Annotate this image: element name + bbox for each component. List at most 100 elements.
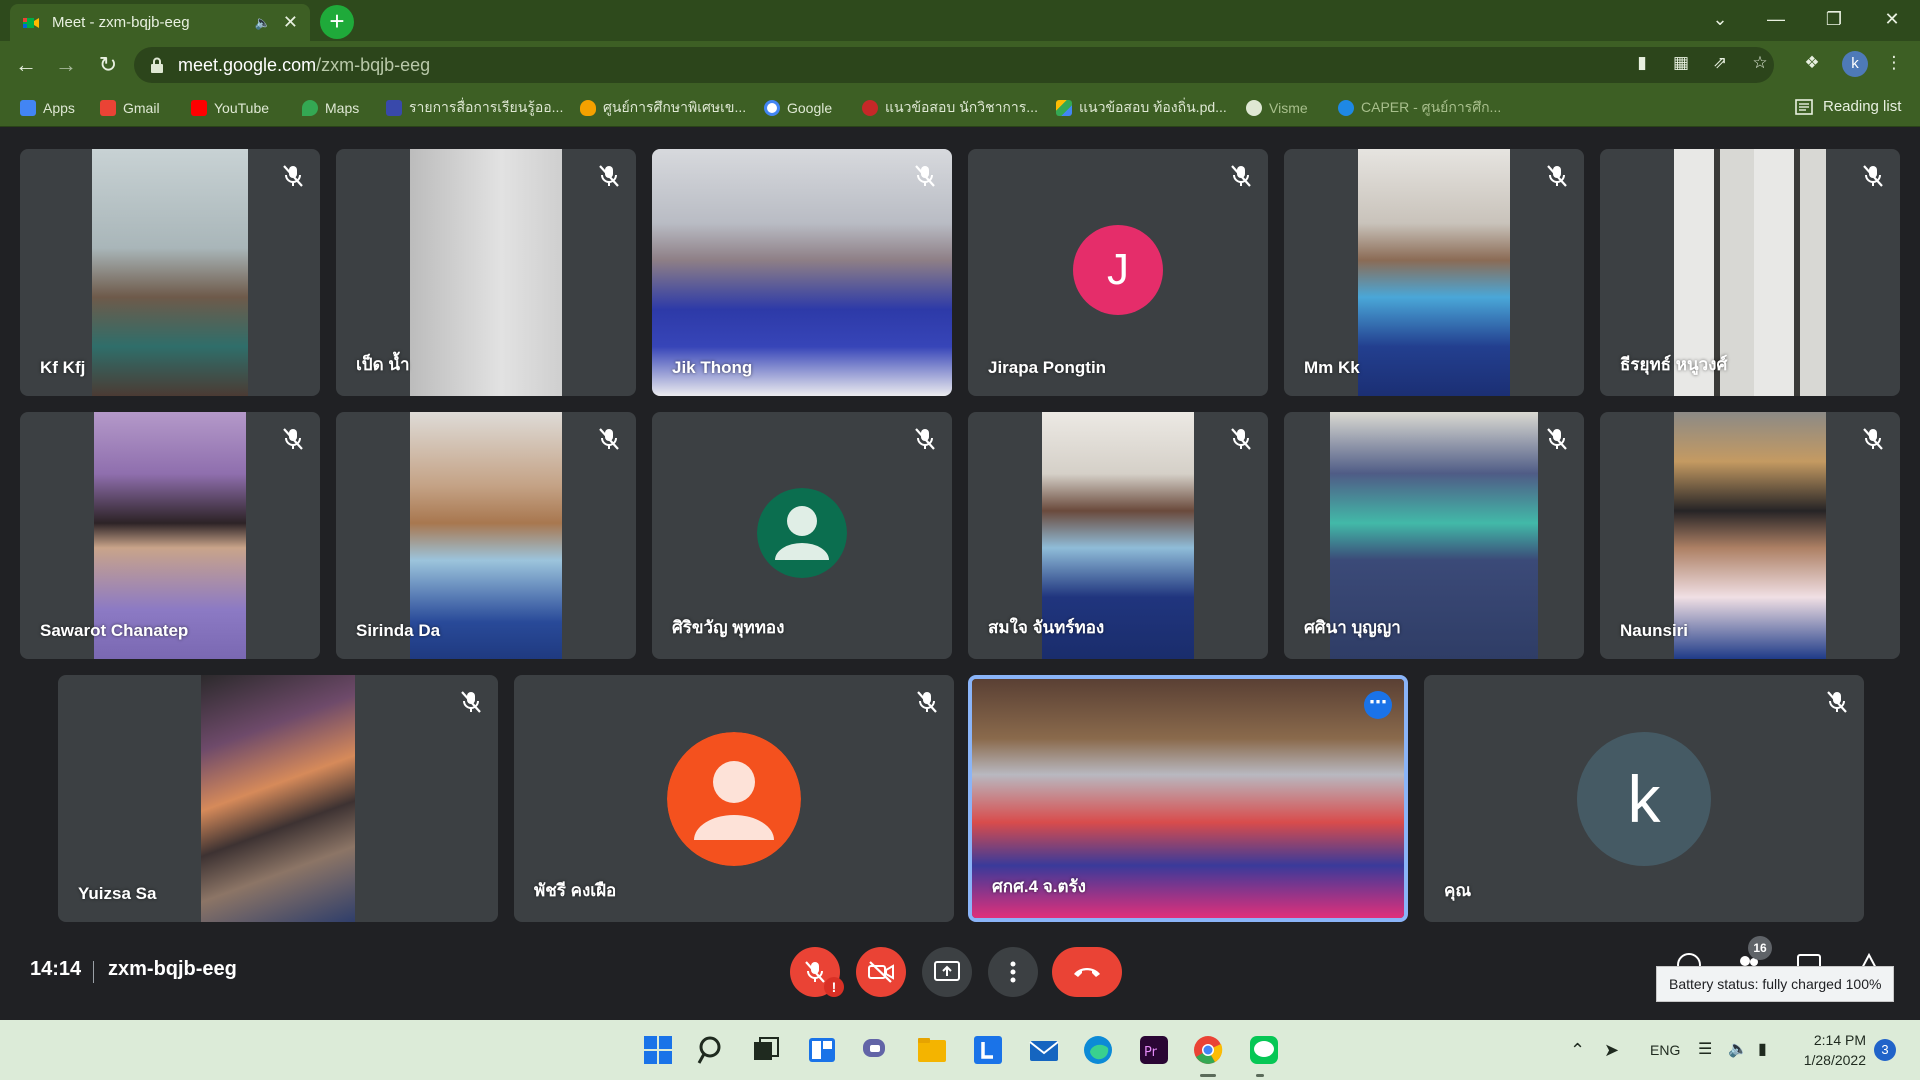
close-window-button[interactable]: ✕ <box>1864 0 1920 41</box>
participant-video <box>92 149 248 396</box>
bookmark-item[interactable]: Gmail <box>100 98 160 118</box>
bookmark-item[interactable]: ศูนย์การศึกษาพิเศษเข... <box>580 98 746 118</box>
muted-mic-icon <box>1546 427 1568 451</box>
back-arrow-icon[interactable]: ← <box>10 49 42 81</box>
premiere-pro-icon[interactable]: Pr <box>1138 1034 1170 1066</box>
line-app-icon[interactable] <box>1248 1034 1280 1066</box>
show-hidden-icons-chevron-icon[interactable]: ⌃ <box>1570 1020 1585 1080</box>
muted-mic-icon <box>1862 164 1884 188</box>
participant-tile-self[interactable]: k คุณ <box>1424 675 1864 922</box>
bookmark-item[interactable]: แนวข้อสอบ ท้องถิ่น.pd... <box>1056 98 1227 118</box>
wifi-icon[interactable]: ☰ <box>1698 1020 1712 1080</box>
microphone-toggle-button[interactable]: ! <box>790 947 844 997</box>
present-screen-button[interactable] <box>922 947 972 997</box>
participant-tile[interactable]: ศิริขวัญ พุททอง <box>652 412 952 659</box>
participant-tile[interactable]: Mm Kk <box>1284 149 1584 396</box>
bookmark-label: ศูนย์การศึกษาพิเศษเข... <box>603 99 747 115</box>
bookmark-item[interactable]: Visme <box>1246 98 1308 118</box>
teams-chat-icon[interactable] <box>860 1034 892 1066</box>
bookmark-label: Google <box>787 100 833 116</box>
search-icon[interactable] <box>696 1034 728 1066</box>
participant-tile[interactable]: Jik Thong <box>652 149 952 396</box>
new-tab-button[interactable]: + <box>320 5 354 39</box>
participant-tile[interactable]: Naunsiri <box>1600 412 1900 659</box>
share-icon[interactable]: ⇗ <box>1706 49 1734 77</box>
camera-toggle-button[interactable] <box>856 947 906 997</box>
bookmark-item[interactable]: YouTube <box>191 98 269 118</box>
muted-mic-icon <box>1546 164 1568 188</box>
task-view-icon[interactable] <box>750 1034 782 1066</box>
vertical-dots-icon <box>1010 961 1016 983</box>
participant-name: Mm Kk <box>1304 358 1360 377</box>
bookmark-label: CAPER - ศูนย์การศึก... <box>1361 99 1502 115</box>
mail-icon[interactable] <box>1028 1034 1060 1066</box>
camera-icon[interactable]: ▮ <box>1628 49 1656 77</box>
bookmark-item[interactable]: รายการสื่อการเรียนรู้ออ... <box>386 98 563 118</box>
chrome-browser-icon[interactable] <box>1192 1034 1224 1066</box>
bookmark-star-icon[interactable]: ☆ <box>1746 49 1774 77</box>
tab-close-icon[interactable]: ✕ <box>283 12 298 33</box>
divider <box>93 961 94 983</box>
bookmark-label: Maps <box>325 100 360 116</box>
bookmark-item[interactable]: Maps <box>302 98 359 118</box>
minimize-button[interactable]: — <box>1748 0 1804 41</box>
leave-call-button[interactable] <box>1052 947 1122 997</box>
participant-tile[interactable]: Kf Kfj <box>20 149 320 396</box>
bookmark-item[interactable]: Apps <box>20 98 75 118</box>
l-app-icon[interactable] <box>972 1034 1004 1066</box>
widgets-icon[interactable] <box>806 1034 838 1066</box>
volume-muted-icon[interactable]: 🔈 <box>1728 1020 1748 1080</box>
muted-mic-icon <box>1862 427 1884 451</box>
participant-tile[interactable]: ศศินา บุญญา <box>1284 412 1584 659</box>
windows-start-icon[interactable] <box>642 1034 674 1066</box>
profile-avatar[interactable]: k <box>1842 51 1868 77</box>
participant-tile[interactable]: เป็ด น้ำ <box>336 149 636 396</box>
participant-name: Yuizsa Sa <box>78 884 157 903</box>
more-options-button[interactable] <box>988 947 1038 997</box>
taskbar-date: 1/28/2022 <box>1803 1052 1866 1068</box>
bookmark-item[interactable]: CAPER - ศูนย์การศึก... <box>1338 98 1501 118</box>
kebab-menu-icon[interactable]: ⋮ <box>1880 49 1908 77</box>
participant-tile-active-speaker[interactable]: ⋯ ศกศ.4 จ.ตรัง <box>968 675 1408 922</box>
edge-browser-icon[interactable] <box>1082 1034 1114 1066</box>
speaker-icon[interactable]: 🔈 <box>255 15 271 31</box>
bookmark-item[interactable]: แนวข้อสอบ นักวิชาการ... <box>862 98 1038 118</box>
participant-tile[interactable]: J Jirapa Pongtin <box>968 149 1268 396</box>
calendar-icon <box>386 100 402 116</box>
reload-icon[interactable]: ↻ <box>92 49 124 81</box>
participant-tile[interactable]: สมใจ จันทร์ทอง <box>968 412 1268 659</box>
notification-badge[interactable]: 3 <box>1874 1039 1896 1061</box>
bookmark-item[interactable]: Google <box>764 98 832 118</box>
language-indicator[interactable]: ENG <box>1650 1020 1680 1080</box>
more-options-icon[interactable]: ⋯ <box>1364 691 1392 719</box>
hang-up-icon <box>1074 968 1100 977</box>
bookmarks-bar: Apps Gmail YouTube Maps รายการสื่อการเรี… <box>0 89 1920 127</box>
participant-avatar: k <box>1577 731 1711 866</box>
participant-video <box>1674 412 1826 659</box>
file-explorer-icon[interactable] <box>916 1034 948 1066</box>
taskbar-clock[interactable]: 2:14 PM 1/28/2022 <box>1796 1030 1866 1070</box>
restore-button[interactable]: ❐ <box>1806 0 1862 41</box>
participant-tile[interactable]: ธีรยุทธ์ หนูวงศ์ <box>1600 149 1900 396</box>
forward-arrow-icon[interactable]: → <box>50 49 82 81</box>
participant-name: Sawarot Chanatep <box>40 621 189 640</box>
bookmark-label: Gmail <box>123 100 160 116</box>
visme-icon <box>1246 100 1262 116</box>
participant-tile[interactable]: พัชรี คงเฝือ <box>514 675 954 922</box>
extensions-puzzle-icon[interactable]: ❖ <box>1798 49 1826 77</box>
participant-tile[interactable]: Sawarot Chanatep <box>20 412 320 659</box>
participant-name: Jirapa Pongtin <box>988 358 1107 377</box>
lock-icon <box>151 57 163 73</box>
location-arrow-icon[interactable]: ➤ <box>1604 1020 1619 1080</box>
participant-tile[interactable]: Sirinda Da <box>336 412 636 659</box>
tab-meet[interactable]: Meet - zxm-bqjb-eeg 🔈 ✕ <box>10 4 310 41</box>
participant-name: ธีรยุทธ์ หนูวงศ์ <box>1620 355 1728 374</box>
swirl-icon <box>862 100 878 116</box>
participant-tile[interactable]: Yuizsa Sa <box>58 675 498 922</box>
address-bar[interactable]: meet.google.com/zxm-bqjb-eeg <box>134 47 1774 83</box>
battery-icon[interactable]: ▮ <box>1758 1020 1767 1080</box>
tab-search-icon[interactable]: ⌄ <box>1692 0 1748 41</box>
reading-list-button[interactable]: Reading list <box>1795 98 1901 115</box>
translate-icon[interactable]: ▦ <box>1667 49 1695 77</box>
participant-count-badge: 16 <box>1748 936 1772 960</box>
